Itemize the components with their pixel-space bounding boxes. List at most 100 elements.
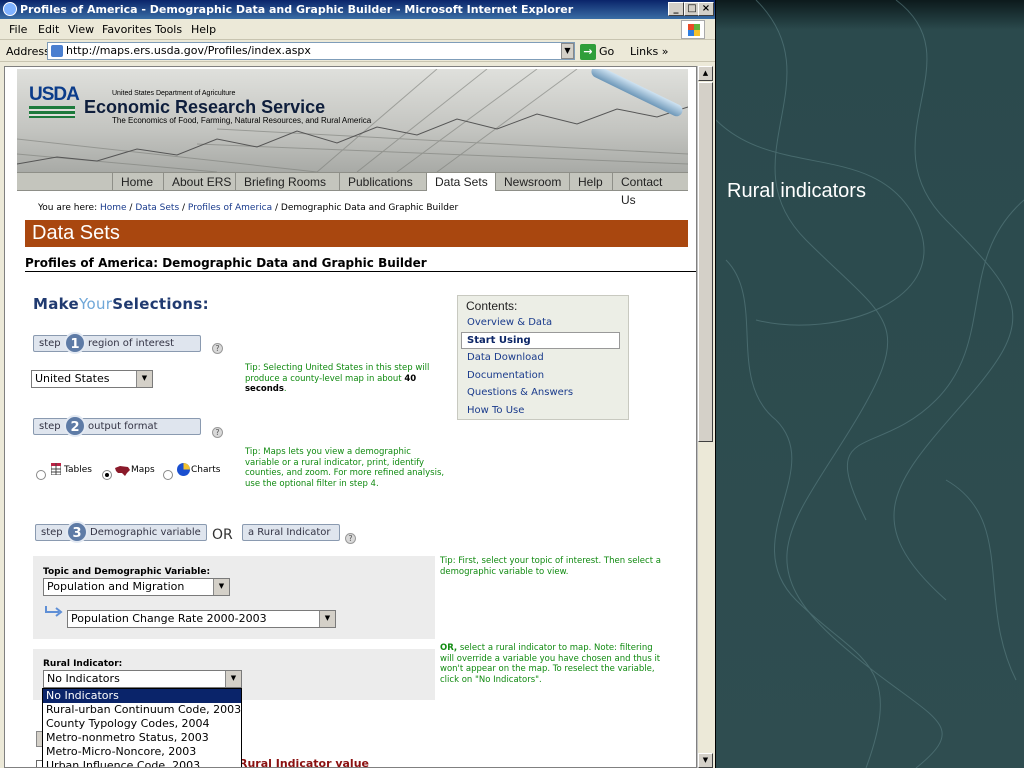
step-word: step: [39, 421, 61, 432]
contents-link-start-using[interactable]: Start Using: [467, 335, 531, 346]
breadcrumb-profiles[interactable]: Profiles of America: [188, 203, 272, 213]
region-selected: United States: [35, 372, 110, 385]
minimize-button[interactable]: _: [668, 2, 684, 16]
tables-radio[interactable]: [36, 470, 46, 480]
nav-home[interactable]: Home: [112, 173, 161, 191]
rural-tip-text: select a rural indicator to map. Note: f…: [440, 643, 661, 685]
contents-title: Contents:: [466, 299, 518, 313]
maps-radio[interactable]: [102, 470, 112, 480]
usda-logo[interactable]: USDA: [29, 84, 80, 106]
demographic-tip: Tip: First, select your topic of interes…: [440, 556, 661, 577]
close-button[interactable]: ×: [698, 2, 714, 16]
menu-edit[interactable]: Edit: [38, 23, 59, 36]
agency-name[interactable]: Economic Research Service: [84, 97, 325, 118]
contents-link-how-to-use[interactable]: How To Use: [467, 405, 524, 416]
rural-tip: OR, select a rural indicator to map. Not…: [440, 643, 665, 685]
dropdown-option[interactable]: Rural-urban Continuum Code, 2003: [43, 703, 241, 717]
dropdown-option[interactable]: Metro-Micro-Noncore, 2003: [43, 745, 241, 759]
pie-chart-icon: [177, 463, 190, 476]
step1-number: 1: [64, 332, 86, 354]
rural-indicator-dropdown-list[interactable]: No Indicators Rural-urban Continuum Code…: [42, 688, 242, 767]
vertical-scrollbar[interactable]: ▲ ▼: [697, 66, 713, 768]
region-tip-text: Tip: Selecting United States in this ste…: [245, 363, 430, 384]
charts-label[interactable]: Charts: [191, 465, 220, 475]
step-word: step: [39, 338, 61, 349]
nav-newsroom[interactable]: Newsroom: [495, 173, 569, 191]
menu-favorites[interactable]: Favorites: [102, 23, 152, 36]
charts-radio[interactable]: [163, 470, 173, 480]
window-title: Profiles of America - Demographic Data a…: [20, 3, 574, 16]
scroll-down-icon[interactable]: ▼: [698, 753, 713, 768]
heading-selections: Selections:: [112, 295, 209, 313]
selections-heading: MakeYourSelections:: [33, 295, 209, 313]
ie-icon: [3, 2, 17, 16]
step-word: step: [41, 527, 63, 538]
contents-link-overview[interactable]: Overview & Data: [467, 317, 552, 328]
menu-view[interactable]: View: [68, 23, 94, 36]
breadcrumb-current: Demographic Data and Graphic Builder: [280, 203, 459, 213]
department-name: United States Department of Agriculture: [112, 90, 236, 97]
page-title: Profiles of America: Demographic Data an…: [25, 256, 427, 270]
nav-help[interactable]: Help: [569, 173, 611, 191]
address-url: http://maps.ers.usda.gov/Profiles/index.…: [66, 44, 311, 57]
nav-data-sets[interactable]: Data Sets: [426, 173, 496, 191]
tables-label[interactable]: Tables: [64, 465, 92, 475]
nav-about-ers[interactable]: About ERS: [163, 173, 239, 191]
step2-pill: step 2 output format: [33, 415, 201, 437]
region-select[interactable]: United States ▼: [31, 370, 153, 388]
scroll-thumb[interactable]: [698, 82, 713, 442]
contents-link-data-download[interactable]: Data Download: [467, 352, 544, 363]
dropdown-option[interactable]: No Indicators: [43, 689, 241, 703]
address-bar: Address http://maps.ers.usda.gov/Profile…: [0, 40, 715, 62]
step3-pill[interactable]: step 3 Demographic variable: [35, 521, 207, 543]
select-arrow-icon: ▼: [136, 371, 152, 387]
nav-briefing-rooms[interactable]: Briefing Rooms: [235, 173, 334, 191]
help-icon[interactable]: ?: [212, 343, 223, 354]
heading-your: Your: [79, 295, 113, 313]
dropdown-option[interactable]: Urban Influence Code, 2003: [43, 759, 241, 767]
step3-or: OR: [212, 527, 233, 543]
topic-selected: Population and Migration: [47, 580, 185, 593]
variable-select[interactable]: Population Change Rate 2000-2003 ▼: [67, 610, 336, 628]
rural-indicator-pill[interactable]: a Rural Indicator: [242, 524, 340, 541]
rural-label: Rural Indicator:: [43, 659, 123, 669]
nav-contact-us[interactable]: Contact Us: [612, 173, 688, 207]
breadcrumb-data-sets[interactable]: Data Sets: [135, 203, 179, 213]
page-icon: [51, 45, 63, 57]
go-button[interactable]: → Go: [580, 43, 614, 60]
contents-link-documentation[interactable]: Documentation: [467, 370, 544, 381]
address-label: Address: [6, 45, 50, 58]
menu-help[interactable]: Help: [191, 23, 216, 36]
contents-box: Contents: Overview & Data Start Using Da…: [457, 295, 629, 420]
browser-window: Profiles of America - Demographic Data a…: [0, 0, 716, 768]
heading-make: Make: [33, 295, 79, 313]
go-label: Go: [599, 45, 615, 58]
table-icon: [51, 463, 61, 475]
address-dropdown-arrow-icon[interactable]: ▼: [561, 43, 574, 59]
menu-tools[interactable]: Tools: [155, 23, 182, 36]
contents-link-qa[interactable]: Questions & Answers: [467, 387, 573, 398]
step3-label: Demographic variable: [90, 527, 201, 538]
nav-publications[interactable]: Publications: [339, 173, 421, 191]
topic-select[interactable]: Population and Migration ▼: [43, 578, 230, 596]
return-arrow-icon: [45, 606, 63, 617]
dropdown-option[interactable]: County Typology Codes, 2004: [43, 717, 241, 731]
rural-indicator-select[interactable]: No Indicators ▼: [43, 670, 242, 688]
links-button[interactable]: Links »: [630, 45, 668, 58]
address-input[interactable]: http://maps.ers.usda.gov/Profiles/index.…: [47, 42, 575, 60]
us-map-icon: [115, 466, 130, 476]
maps-label[interactable]: Maps: [131, 465, 155, 475]
dropdown-option[interactable]: Metro-nonmetro Status, 2003: [43, 731, 241, 745]
step2-label: output format: [88, 421, 158, 432]
region-tip: Tip: Selecting United States in this ste…: [245, 363, 445, 395]
rural-tip-or: OR,: [440, 643, 458, 653]
scroll-up-icon[interactable]: ▲: [698, 66, 713, 81]
slide-background: [716, 0, 1024, 768]
help-icon[interactable]: ?: [345, 533, 356, 544]
menu-bar: File Edit View Favorites Tools Help: [0, 19, 715, 40]
page-viewport: USDA United States Department of Agricul…: [4, 66, 697, 768]
step1-label: region of interest: [88, 338, 174, 349]
menu-file[interactable]: File: [9, 23, 27, 36]
help-icon[interactable]: ?: [212, 427, 223, 438]
breadcrumb-home[interactable]: Home: [100, 203, 127, 213]
